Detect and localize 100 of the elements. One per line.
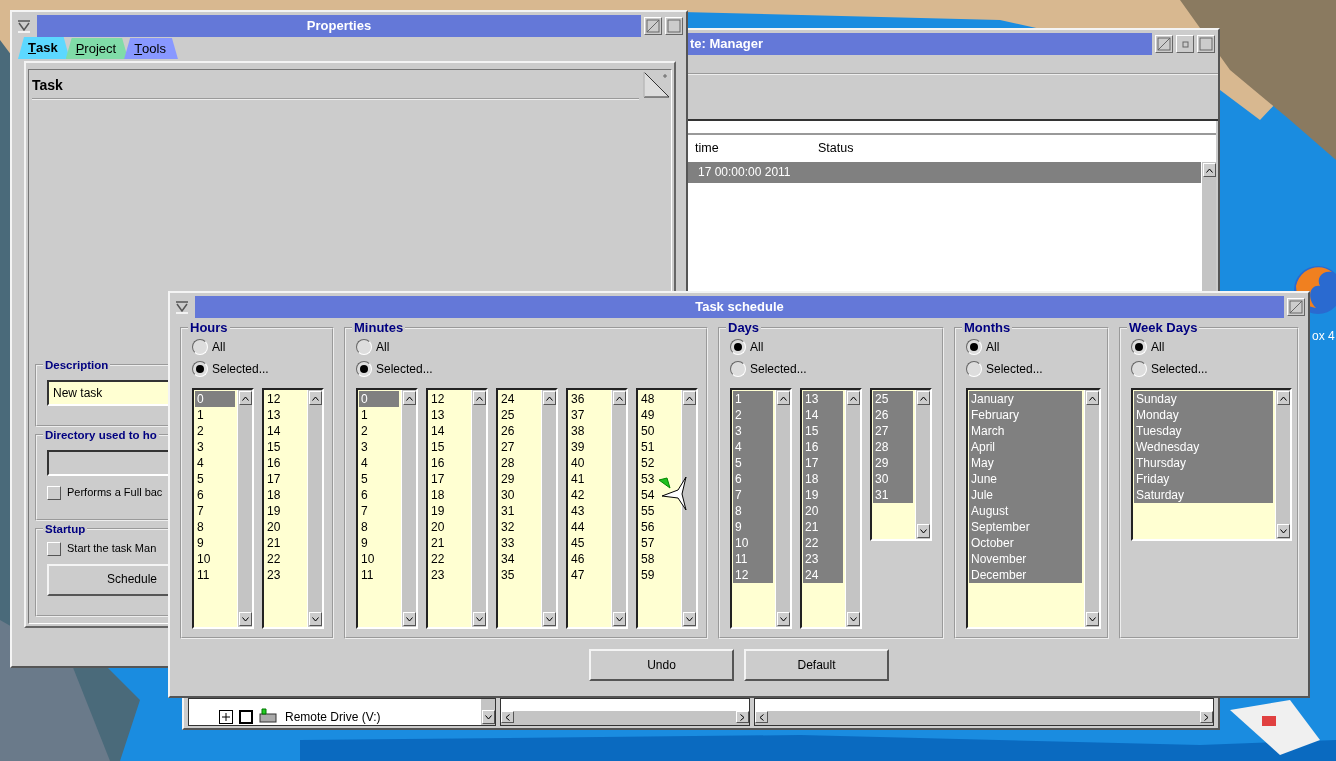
list-item[interactable]: 25 [499, 407, 539, 424]
scroll-right-button[interactable] [1200, 711, 1213, 723]
scroll-down-button[interactable] [482, 710, 495, 724]
list-item[interactable]: 9 [733, 519, 773, 536]
list-item[interactable]: 0 [195, 391, 235, 408]
scroll-down-button[interactable] [309, 612, 322, 627]
list-item[interactable]: 44 [569, 519, 609, 536]
list-box[interactable]: 48 49 50 51 52 53 54 55 56 57 58 59 [636, 388, 698, 630]
list-item[interactable]: 22 [429, 551, 469, 568]
list-item[interactable]: 4 [733, 439, 773, 456]
list-item[interactable]: 47 [569, 567, 609, 584]
list-item[interactable]: April [969, 439, 1082, 456]
list-item[interactable]: 8 [359, 519, 399, 536]
list-item[interactable]: 15 [429, 439, 469, 456]
scroll-up-button[interactable] [239, 391, 252, 406]
list-item[interactable]: 6 [733, 471, 773, 488]
list-item[interactable]: 5 [733, 455, 773, 472]
list-item[interactable]: 1 [195, 407, 235, 424]
list-item[interactable]: 27 [873, 423, 913, 440]
list-item[interactable]: 10 [733, 535, 773, 552]
radio-button[interactable] [1131, 339, 1147, 356]
scroll-up-button[interactable] [917, 391, 930, 406]
list-item[interactable]: 5 [195, 471, 235, 488]
list-item[interactable]: 3 [733, 423, 773, 440]
list-item[interactable]: 17 [265, 471, 305, 488]
list-item[interactable]: 37 [569, 407, 609, 424]
scroll-up-button[interactable] [473, 391, 486, 406]
radio-button[interactable] [966, 339, 982, 356]
list-item[interactable]: 6 [359, 487, 399, 504]
list-item[interactable]: 9 [195, 535, 235, 552]
list-item[interactable]: Friday [1134, 471, 1273, 488]
list-item[interactable]: 26 [499, 423, 539, 440]
list-item[interactable]: 10 [359, 551, 399, 568]
list-item[interactable]: May [969, 455, 1082, 472]
list-item[interactable]: 2 [733, 407, 773, 424]
list-item[interactable]: 16 [265, 455, 305, 472]
list-item[interactable]: 12 [265, 391, 305, 408]
list-item[interactable]: 29 [499, 471, 539, 488]
checkbox-icon[interactable] [239, 710, 253, 724]
list-item[interactable]: 35 [499, 567, 539, 584]
dialog-button[interactable]: Undo [589, 649, 734, 681]
minimize-button[interactable] [1176, 34, 1194, 53]
list-item[interactable]: June [969, 471, 1082, 488]
list-item[interactable]: 24 [803, 567, 843, 584]
list-item[interactable]: December [969, 567, 1082, 584]
list-item[interactable]: 25 [873, 391, 913, 408]
list-item[interactable]: 42 [569, 487, 609, 504]
list-item[interactable]: 14 [265, 423, 305, 440]
radio-button[interactable] [192, 339, 208, 356]
list-item[interactable]: 58 [639, 551, 679, 568]
list-item[interactable]: 13 [265, 407, 305, 424]
list-item[interactable]: 43 [569, 503, 609, 520]
scroll-up-button[interactable] [613, 391, 626, 406]
list-item[interactable]: August [969, 503, 1082, 520]
list-item[interactable]: Thursday [1134, 455, 1273, 472]
list-item[interactable]: 51 [639, 439, 679, 456]
column-header[interactable]: Status [818, 141, 854, 156]
list-item[interactable]: Sunday [1134, 391, 1273, 408]
list-item[interactable]: 49 [639, 407, 679, 424]
dialog-button[interactable]: Default [744, 649, 889, 681]
radio-button[interactable] [356, 339, 372, 356]
list-item[interactable]: 19 [429, 503, 469, 520]
list-item[interactable]: 1 [359, 407, 399, 424]
radio-button[interactable] [730, 339, 746, 356]
list-item[interactable]: 48 [639, 391, 679, 408]
list-item[interactable]: 20 [265, 519, 305, 536]
scroll-up-button[interactable] [777, 391, 790, 406]
list-item[interactable]: 7 [359, 503, 399, 520]
list-item[interactable]: 4 [195, 455, 235, 472]
list-item[interactable]: January [969, 391, 1082, 408]
scroll-down-button[interactable] [239, 612, 252, 627]
checkbox[interactable] [47, 485, 61, 500]
radio-button[interactable] [192, 361, 208, 378]
list-item[interactable]: 8 [195, 519, 235, 536]
list-item[interactable]: 33 [499, 535, 539, 552]
list-item[interactable]: 28 [499, 455, 539, 472]
list-item[interactable]: 16 [803, 439, 843, 456]
list-item[interactable]: Saturday [1134, 487, 1273, 504]
list-item[interactable]: 36 [569, 391, 609, 408]
list-item[interactable]: 18 [265, 487, 305, 504]
list-item[interactable]: 18 [803, 471, 843, 488]
list-item[interactable]: 1 [733, 391, 773, 408]
list-item[interactable]: 39 [569, 439, 609, 456]
list-box[interactable]: 0 1 2 3 4 5 6 7 8 9 10 11 [192, 388, 254, 630]
desktop-icon-label[interactable]: ox 4 [1312, 329, 1335, 344]
list-box[interactable]: 12 13 14 15 16 17 18 19 20 21 22 23 [262, 388, 324, 630]
list-item[interactable]: 14 [429, 423, 469, 440]
list-item[interactable]: 38 [569, 423, 609, 440]
list-item[interactable]: 30 [873, 471, 913, 488]
list-item[interactable]: 14 [803, 407, 843, 424]
scroll-down-button[interactable] [917, 524, 930, 539]
list-item[interactable]: 50 [639, 423, 679, 440]
list-item[interactable]: 22 [803, 535, 843, 552]
list-item[interactable]: 6 [195, 487, 235, 504]
list-item[interactable]: 59 [639, 567, 679, 584]
scroll-up-button[interactable] [309, 391, 322, 406]
list-box[interactable]: 36 37 38 39 40 41 42 43 44 45 46 47 [566, 388, 628, 630]
list-item[interactable]: February [969, 407, 1082, 424]
list-item[interactable]: Monday [1134, 407, 1273, 424]
maximize-button[interactable] [1197, 34, 1215, 53]
